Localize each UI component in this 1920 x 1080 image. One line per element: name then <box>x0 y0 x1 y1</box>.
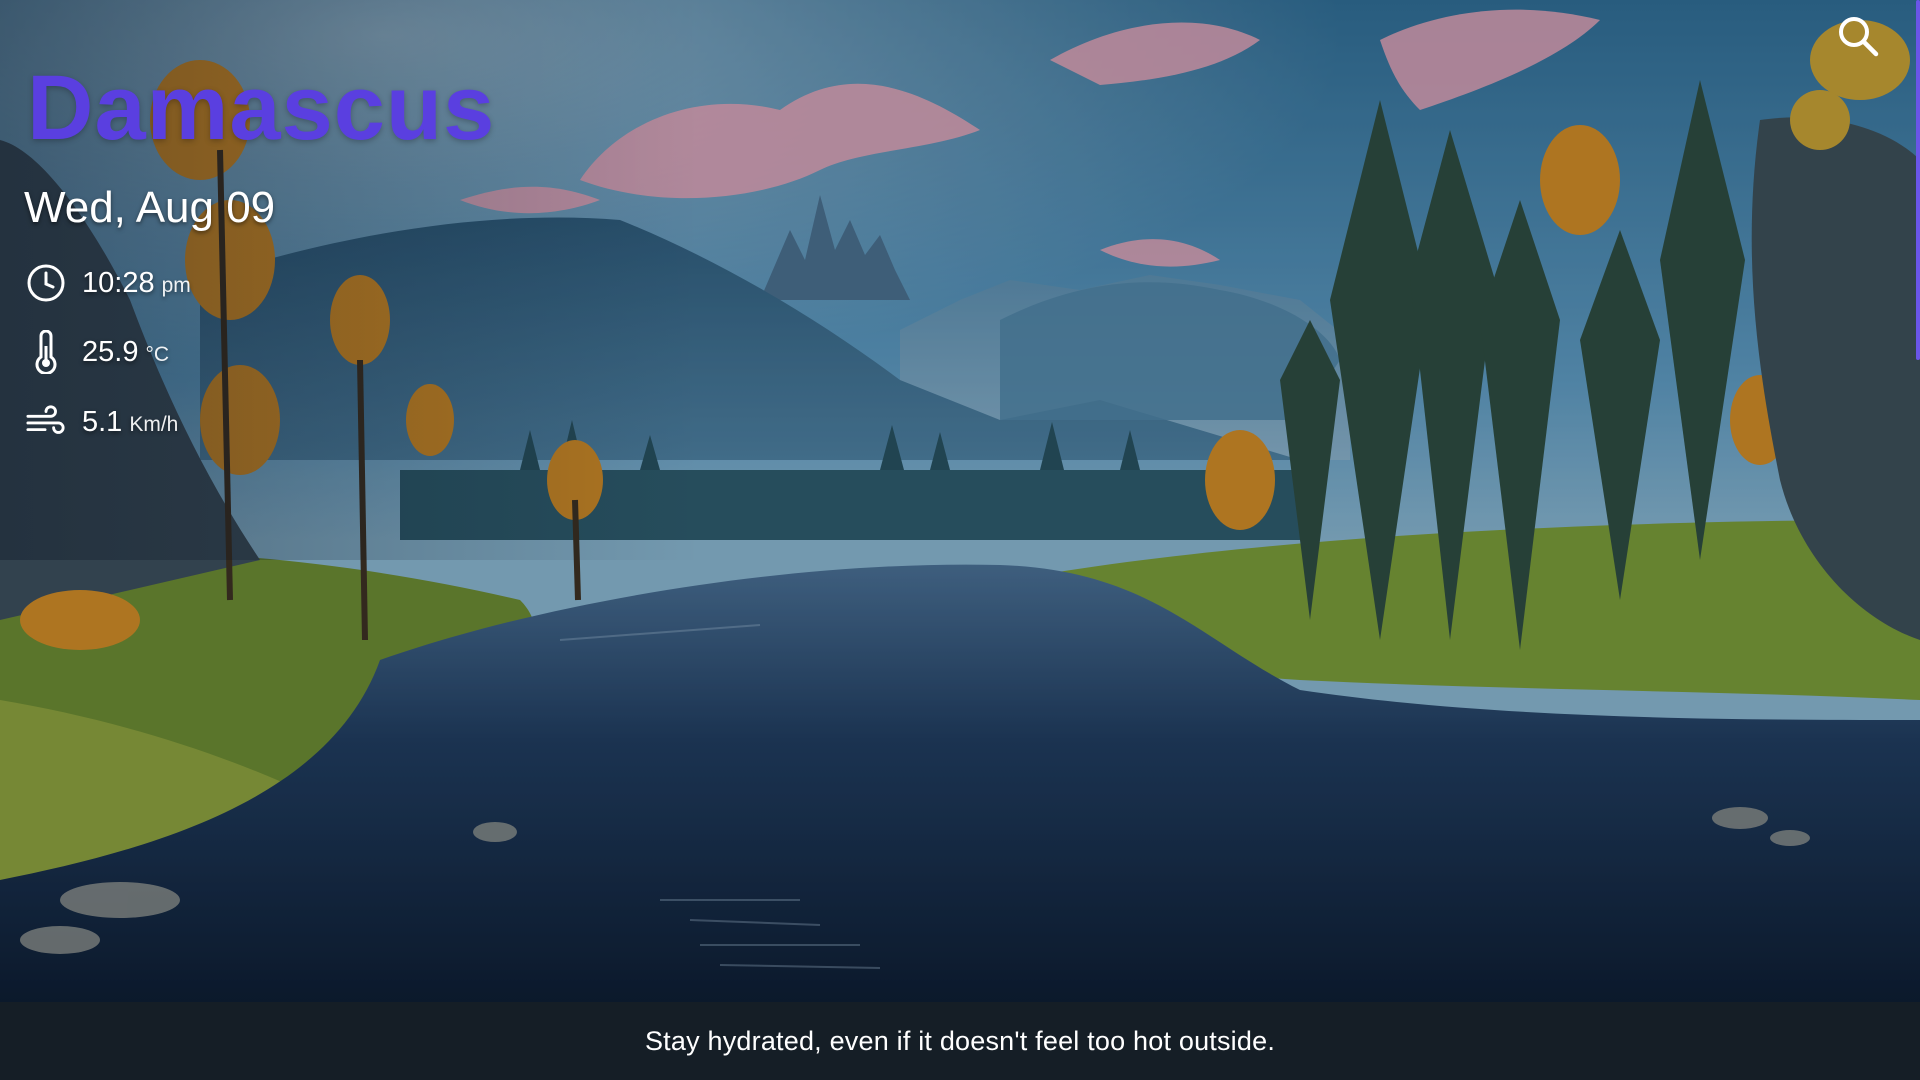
thermometer-icon <box>26 330 66 374</box>
temperature-unit: °C <box>145 343 170 366</box>
clock-icon <box>26 263 66 303</box>
time-row: 10:28 pm <box>26 263 191 303</box>
time-period: pm <box>161 274 191 297</box>
weather-tip: Stay hydrated, even if it doesn't feel t… <box>644 1025 1276 1056</box>
temperature-row: 25.9 °C <box>26 330 170 374</box>
wind-row: 5.1 Km/h <box>26 402 178 442</box>
time-value: 10:28 <box>82 266 155 299</box>
city-name: Damascus <box>27 57 496 159</box>
wind-value: 5.1 <box>82 405 123 438</box>
wind-icon <box>26 402 66 442</box>
current-date: Wed, Aug 09 <box>24 183 276 232</box>
wind-unit: Km/h <box>129 413 179 436</box>
temperature-value: 25.9 <box>82 335 139 368</box>
weather-app: Damascus Wed, Aug 09 10:28 pm 25.9 °C 5.… <box>0 0 1920 1080</box>
scrollbar[interactable] <box>1916 0 1920 360</box>
tip-bar: Stay hydrated, even if it doesn't feel t… <box>0 1002 1920 1080</box>
search-icon <box>1839 17 1879 57</box>
search-button[interactable] <box>1836 14 1880 58</box>
